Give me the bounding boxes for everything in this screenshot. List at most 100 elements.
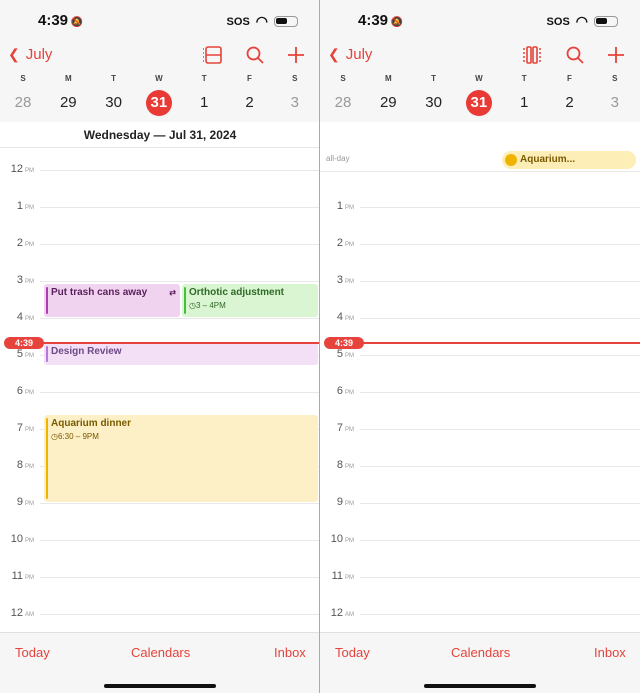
- hour-suffix: PM: [25, 205, 34, 211]
- date-cell[interactable]: 30: [412, 90, 456, 116]
- current-time-line: [360, 342, 640, 345]
- back-button[interactable]: ❮ July: [328, 46, 372, 63]
- hour-number: 7: [16, 422, 23, 434]
- hour-number: 7: [336, 422, 343, 434]
- hour-suffix: PM: [345, 279, 354, 285]
- hour-number: 2: [16, 237, 23, 249]
- tab-bar: Today Calendars Inbox: [0, 632, 319, 693]
- chevron-left-icon: ❮: [328, 46, 340, 62]
- event-detail: 3 – 4PM: [195, 300, 226, 310]
- hour-label: 8 PM: [320, 459, 354, 471]
- hour-label: 3 PM: [320, 274, 354, 286]
- hour-suffix: PM: [345, 205, 354, 211]
- hour-number: 5: [16, 348, 23, 360]
- current-time-line: [40, 342, 319, 345]
- repeat-icon: ⇄: [169, 287, 176, 297]
- header: 4:39 🔕 SOS ◠ ❮ July S 28 M 29 T 30 W 31 T 1 F 2 S 3: [320, 0, 640, 122]
- tab-inbox[interactable]: Inbox: [594, 645, 626, 660]
- current-time-badge: 4:39: [4, 337, 44, 350]
- search-icon[interactable]: [566, 46, 584, 70]
- wifi-icon: ◠: [255, 13, 268, 29]
- bell-slash-icon: 🔕: [68, 17, 84, 28]
- hour-suffix: PM: [25, 464, 34, 470]
- tab-today[interactable]: Today: [335, 645, 370, 660]
- hour-line: [360, 466, 640, 467]
- event-title: Put trash cans away: [51, 286, 148, 298]
- hour-label: 12 AM: [0, 607, 34, 619]
- date-cell[interactable]: 31: [457, 90, 501, 116]
- search-icon[interactable]: [246, 46, 264, 70]
- plus-icon[interactable]: [607, 46, 625, 70]
- date-cell[interactable]: 29: [46, 90, 90, 116]
- hour-label: 1 PM: [320, 200, 354, 212]
- date-cell[interactable]: 2: [548, 90, 592, 116]
- tab-calendars[interactable]: Calendars: [131, 645, 190, 660]
- hour-line: [360, 429, 640, 430]
- hour-suffix: PM: [25, 242, 34, 248]
- date-cell[interactable]: 28: [1, 90, 45, 116]
- hour-line: [40, 170, 319, 171]
- hour-line: [40, 281, 319, 282]
- weekday-letter: T: [111, 74, 117, 83]
- hour-number: 10: [10, 533, 23, 545]
- date-cell[interactable]: 1: [182, 90, 226, 116]
- weekday-letter: F: [567, 74, 572, 83]
- hour-suffix: PM: [345, 575, 354, 581]
- hour-number: 6: [16, 385, 23, 397]
- hour-suffix: PM: [345, 390, 354, 396]
- hour-suffix: PM: [25, 353, 34, 359]
- hour-line: [40, 244, 319, 245]
- hour-line: [360, 392, 640, 393]
- date-cell[interactable]: 2: [228, 90, 272, 116]
- weekday-letter: S: [612, 74, 618, 83]
- status-time: 4:39 🔕: [38, 12, 83, 29]
- clock-icon: ◷: [189, 300, 196, 310]
- day-title: Wednesday — Jul 31, 2024: [0, 122, 319, 148]
- single-day-view: 12 PM 1 PM 2 PM 3 PM 4 PM 5 PM 6 PM 7 PM 8 PM 9 PM 10 PM 11 PM 1…: [0, 0, 320, 693]
- weekday-letter: S: [292, 74, 298, 83]
- time: 4:39: [38, 12, 69, 29]
- home-indicator: [424, 684, 536, 688]
- tab-inbox[interactable]: Inbox: [274, 645, 306, 660]
- calendar-event[interactable]: Aquarium dinner ◷6:30 – 9PM: [44, 415, 318, 502]
- weekday-letter: T: [431, 74, 437, 83]
- view-toggle-icon[interactable]: [522, 46, 542, 70]
- date-cell[interactable]: 1: [502, 90, 546, 116]
- hour-label: 2 PM: [320, 237, 354, 249]
- hour-number: 8: [336, 459, 343, 471]
- hour-line: [360, 355, 640, 356]
- plus-icon[interactable]: [287, 46, 305, 70]
- bell-slash-icon: 🔕: [388, 17, 404, 28]
- calendar-event[interactable]: Design Review: [44, 343, 318, 366]
- date-cell[interactable]: 29: [366, 90, 410, 116]
- hour-label: 1 PM: [0, 200, 34, 212]
- hour-line: [40, 577, 319, 578]
- date-cell[interactable]: 3: [273, 90, 317, 116]
- event-detail: 6:30 – 9PM: [57, 432, 99, 442]
- date-cell[interactable]: 3: [593, 90, 637, 116]
- hour-number: 8: [16, 459, 23, 471]
- hour-label: 7 PM: [320, 422, 354, 434]
- calendar-event[interactable]: Orthotic adjustment ◷3 – 4PM: [182, 283, 318, 317]
- back-button[interactable]: ❮ July: [8, 46, 52, 63]
- view-toggle-icon[interactable]: [202, 46, 222, 70]
- status-time: 4:39 🔕: [358, 12, 403, 29]
- hour-line: [360, 503, 640, 504]
- date-cell[interactable]: 28: [321, 90, 365, 116]
- date-cell[interactable]: 30: [92, 90, 136, 116]
- calendar-event[interactable]: Put trash cans away ⇄: [44, 283, 180, 317]
- weekday-letter: F: [247, 74, 252, 83]
- battery-icon: [274, 16, 298, 27]
- tab-today[interactable]: Today: [15, 645, 50, 660]
- wifi-icon: ◠: [575, 13, 588, 29]
- hour-label: 11 PM: [0, 570, 34, 582]
- hour-suffix: PM: [25, 538, 34, 544]
- date-cell[interactable]: 31: [137, 90, 181, 116]
- hour-label: 12 AM: [320, 607, 354, 619]
- tab-calendars[interactable]: Calendars: [451, 645, 510, 660]
- event-time: ◷6:30 – 9PM: [51, 431, 314, 443]
- hour-label: 6 PM: [320, 385, 354, 397]
- hour-number: 5: [336, 348, 343, 360]
- all-day-event[interactable]: Aquarium...: [502, 151, 636, 169]
- hour-suffix: PM: [25, 279, 34, 285]
